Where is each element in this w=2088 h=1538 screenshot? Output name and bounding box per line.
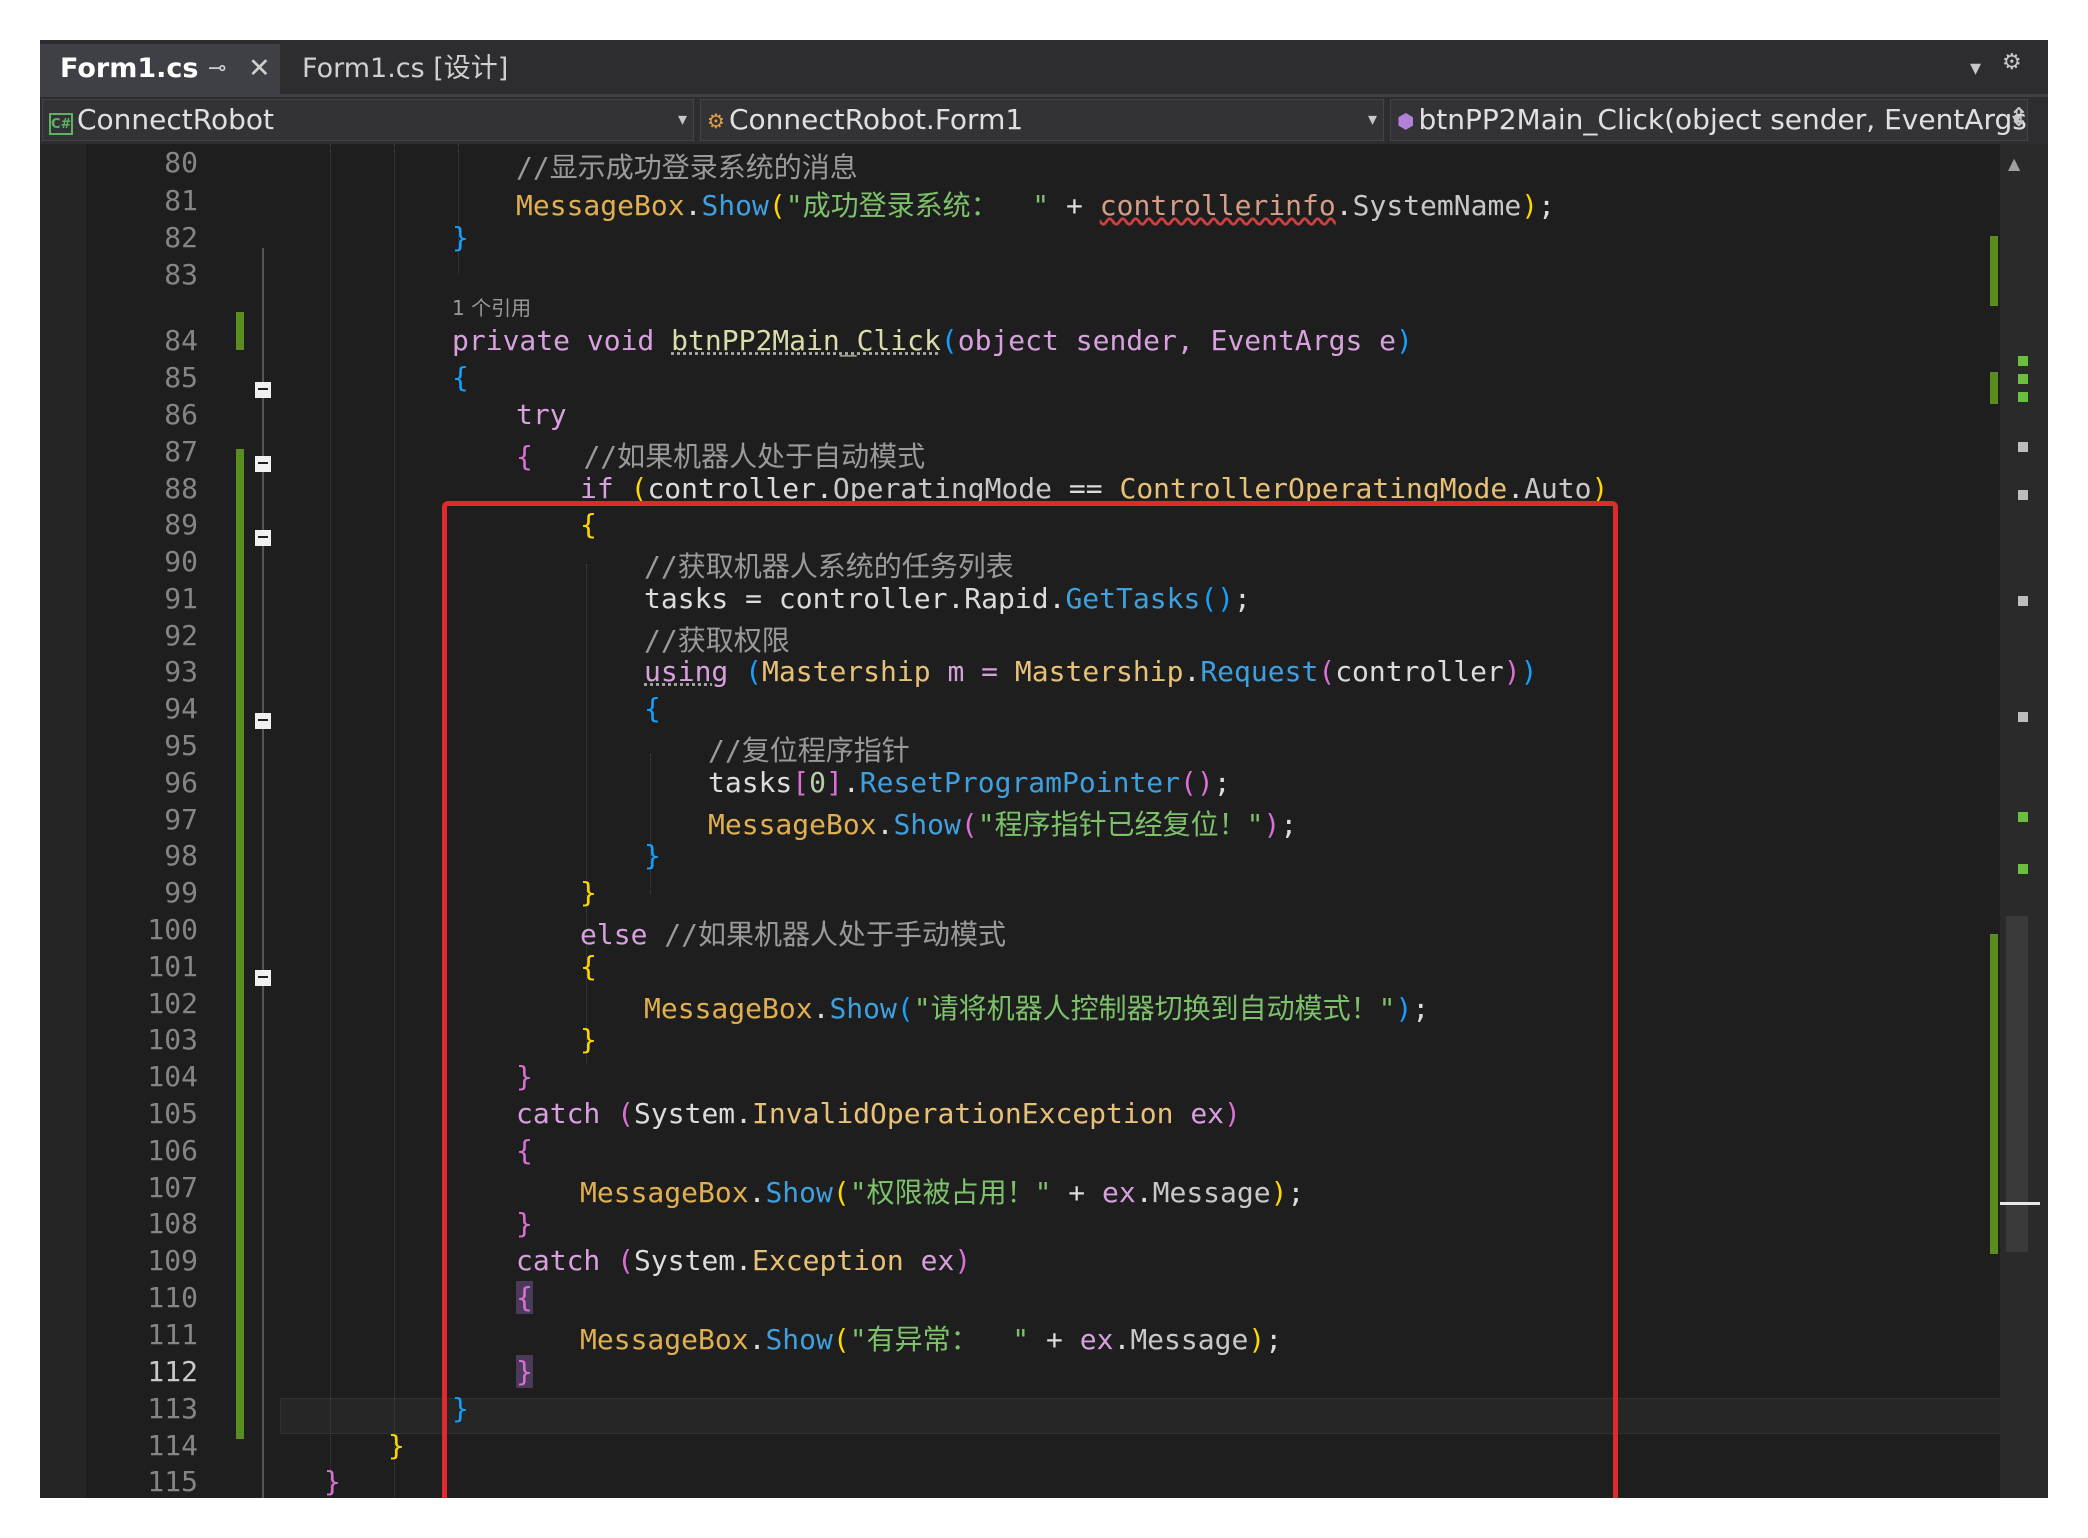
code-editor[interactable]: 80 81 82 83 84 85 86 87 88 89 90 91 92 9… xyxy=(40,144,2048,1498)
code-line-81: MessageBox.Show("成功登录系统： " + controlleri… xyxy=(516,189,1555,222)
ide-window: Form1.cs ⊸ ✕ Form1.cs [设计] ▾ ⚙ C# Connect… xyxy=(40,40,2048,1498)
line-number: 92 xyxy=(164,619,198,652)
scrollbar-marker xyxy=(2018,490,2028,500)
line-number: 93 xyxy=(164,655,198,688)
line-number: 95 xyxy=(164,729,198,762)
scrollbar-marker xyxy=(2018,596,2028,606)
class-dropdown[interactable]: ⚙ ConnectRobot.Form1 ▾ xyxy=(700,99,1384,141)
document-tab-strip: Form1.cs ⊸ ✕ Form1.cs [设计] ▾ ⚙ xyxy=(40,40,2048,94)
scrollbar-caret-marker xyxy=(2000,1202,2040,1205)
line-number: 103 xyxy=(147,1023,198,1056)
line-number: 96 xyxy=(164,766,198,799)
collapse-toggle[interactable] xyxy=(255,530,271,546)
code-line-84: private void btnPP2Main_Click(object sen… xyxy=(452,324,1413,357)
code-line-82: } xyxy=(452,221,469,254)
line-number: 106 xyxy=(147,1134,198,1167)
project-dropdown[interactable]: C# ConnectRobot ▾ xyxy=(42,99,694,141)
scrollbar-change-marker xyxy=(1990,934,1998,1254)
line-number: 86 xyxy=(164,398,198,431)
line-number: 115 xyxy=(147,1465,198,1498)
change-indicator xyxy=(236,449,244,1439)
collapse-toggle[interactable] xyxy=(255,713,271,729)
annotation-highlight-box xyxy=(442,501,1618,1498)
chevron-down-icon: ▾ xyxy=(677,109,687,130)
line-number: 107 xyxy=(147,1171,198,1204)
line-number: 90 xyxy=(164,545,198,578)
close-icon[interactable]: ✕ xyxy=(248,44,271,94)
chevron-down-icon: ▾ xyxy=(1367,109,1377,130)
line-number: 91 xyxy=(164,582,198,615)
line-number: 88 xyxy=(164,472,198,505)
gear-icon[interactable]: ⚙ xyxy=(2002,50,2022,75)
line-number: 89 xyxy=(164,508,198,541)
line-number: 102 xyxy=(147,987,198,1020)
scrollbar-marker xyxy=(2018,712,2028,722)
indent-guide xyxy=(330,144,331,1498)
class-name: ConnectRobot.Form1 xyxy=(728,103,1024,136)
chevron-down-icon[interactable]: ▾ xyxy=(1970,56,1981,81)
line-number-current: 112 xyxy=(147,1355,198,1388)
member-dropdown[interactable]: ⬢ btnPP2Main_Click(object sender, EventAr… xyxy=(1390,99,2028,141)
scrollbar-marker xyxy=(2018,356,2028,366)
collapse-toggle[interactable] xyxy=(255,456,271,472)
line-number: 109 xyxy=(147,1244,198,1277)
indent-guide xyxy=(458,144,459,274)
tab-label: Form1.cs [设计] xyxy=(302,53,509,84)
tab-label: Form1.cs xyxy=(60,53,199,84)
tab-form1-cs[interactable]: Form1.cs ⊸ ✕ xyxy=(40,44,280,94)
scrollbar-marker xyxy=(2018,442,2028,452)
line-number: 94 xyxy=(164,692,198,725)
scroll-up-icon[interactable]: ▲ xyxy=(2008,154,2020,173)
code-line-85: { xyxy=(452,361,469,394)
outline-guide xyxy=(262,248,264,1498)
line-number: 83 xyxy=(164,258,198,291)
scrollbar-marker xyxy=(2018,392,2028,402)
line-number: 113 xyxy=(147,1392,198,1425)
scrollbar-change-marker xyxy=(1990,372,1998,404)
line-number: 98 xyxy=(164,839,198,872)
line-number: 101 xyxy=(147,950,198,983)
line-number: 84 xyxy=(164,324,198,357)
csharp-project-icon: C# xyxy=(49,101,73,140)
line-number: 100 xyxy=(147,913,198,946)
line-number: 104 xyxy=(147,1060,198,1093)
code-line-114: } xyxy=(388,1429,405,1462)
line-number: 80 xyxy=(164,146,198,179)
navigation-bar: C# ConnectRobot ▾ ⚙ ConnectRobot.Form1 ▾ ⬢… xyxy=(40,94,2048,144)
line-number: 85 xyxy=(164,361,198,394)
scrollbar-marker xyxy=(2018,864,2028,874)
line-number: 81 xyxy=(164,184,198,217)
line-number: 105 xyxy=(147,1097,198,1130)
project-name: ConnectRobot xyxy=(77,103,274,136)
code-line-115: } xyxy=(324,1465,341,1498)
method-icon: ⬢ xyxy=(1397,109,1415,133)
pin-icon[interactable]: ⊸ xyxy=(208,44,226,94)
collapse-toggle[interactable] xyxy=(255,382,271,398)
indent-guide xyxy=(394,144,395,1498)
split-icon[interactable]: ⇕ xyxy=(2008,103,2030,133)
code-line-86: try xyxy=(516,398,567,431)
line-number: 108 xyxy=(147,1207,198,1240)
code-line-87: { //如果机器人处于自动模式 xyxy=(516,440,926,473)
line-number: 114 xyxy=(147,1429,198,1462)
change-indicator xyxy=(236,312,244,350)
line-number: 82 xyxy=(164,221,198,254)
indicator-margin xyxy=(40,144,86,1498)
line-number: 99 xyxy=(164,876,198,909)
line-number: 111 xyxy=(147,1318,198,1351)
scrollbar-marker xyxy=(2018,374,2028,384)
line-number: 87 xyxy=(164,435,198,468)
member-name: btnPP2Main_Click(object sender, EventArg… xyxy=(1418,103,2028,136)
line-number: 97 xyxy=(164,803,198,836)
code-line-80: //显示成功登录系统的消息 xyxy=(516,151,858,184)
scrollbar-marker xyxy=(2018,812,2028,822)
scrollbar-change-marker xyxy=(1990,236,1998,306)
line-number: 110 xyxy=(147,1281,198,1314)
collapse-toggle[interactable] xyxy=(255,970,271,986)
tab-form1-design[interactable]: Form1.cs [设计] xyxy=(302,44,508,94)
code-lens-references[interactable]: 1 个引用 xyxy=(452,292,531,321)
class-icon: ⚙ xyxy=(707,109,725,133)
